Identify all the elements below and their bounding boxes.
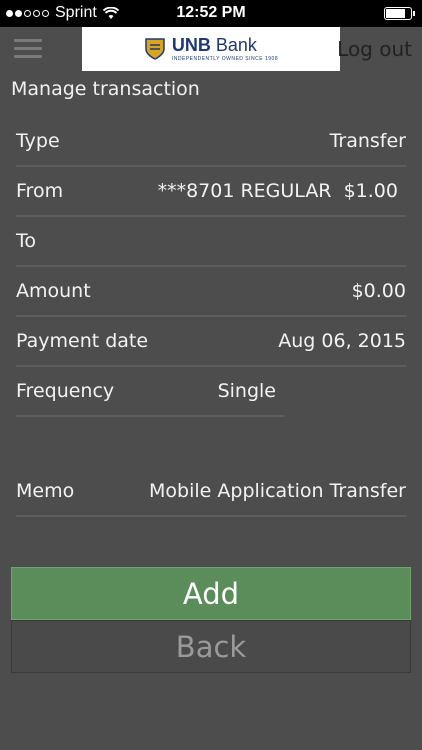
- payment-date-row[interactable]: Payment date Aug 06, 2015: [16, 317, 406, 367]
- frequency-value[interactable]: Single: [218, 380, 276, 402]
- logo-tagline: INDEPENDENTLY OWNED SINCE 1908: [171, 56, 279, 62]
- from-value: ***8701 REGULAR $1.00: [157, 180, 398, 202]
- type-row[interactable]: Type Transfer: [16, 117, 406, 167]
- app-header: UNB Bank INDEPENDENTLY OWNED SINCE 1908 …: [0, 27, 422, 71]
- bank-logo: UNB Bank INDEPENDENTLY OWNED SINCE 1908: [82, 27, 340, 71]
- memo-label: Memo: [16, 480, 75, 502]
- shield-logo-icon: [145, 38, 165, 60]
- type-label: Type: [16, 130, 60, 152]
- amount-row[interactable]: Amount $0.00: [16, 267, 406, 317]
- battery-level: [386, 9, 405, 18]
- from-label: From: [16, 180, 64, 202]
- add-button[interactable]: Add: [11, 567, 411, 620]
- hamburger-menu-icon[interactable]: [14, 39, 42, 61]
- to-label: To: [16, 230, 37, 252]
- logo-suffix: Bank: [215, 35, 257, 55]
- from-account-row[interactable]: From ***8701 REGULAR $1.00: [16, 167, 406, 217]
- amount-input[interactable]: $0.00: [352, 280, 406, 302]
- logo-text-block: UNB Bank INDEPENDENTLY OWNED SINCE 1908: [172, 36, 278, 62]
- status-bar: Sprint 12:52 PM: [0, 0, 422, 27]
- type-value: Transfer: [329, 130, 406, 152]
- payment-date-label: Payment date: [16, 330, 149, 352]
- frequency-label: Frequency: [16, 380, 115, 402]
- logout-button[interactable]: Log out: [337, 37, 412, 61]
- page-title: Manage transaction: [11, 78, 200, 100]
- back-button[interactable]: Back: [11, 620, 411, 673]
- frequency-row[interactable]: Frequency Single: [16, 367, 284, 417]
- memo-input[interactable]: Mobile Application Transfer: [149, 480, 406, 502]
- memo-row[interactable]: Memo Mobile Application Transfer: [16, 467, 406, 517]
- amount-label: Amount: [16, 280, 91, 302]
- payment-date-value[interactable]: Aug 06, 2015: [278, 330, 406, 352]
- logo-wordmark: UNB Bank: [172, 36, 278, 54]
- to-account-row[interactable]: To: [16, 217, 406, 267]
- logo-name: UNB: [171, 35, 211, 55]
- battery-icon: [384, 7, 415, 20]
- status-time: 12:52 PM: [176, 4, 246, 21]
